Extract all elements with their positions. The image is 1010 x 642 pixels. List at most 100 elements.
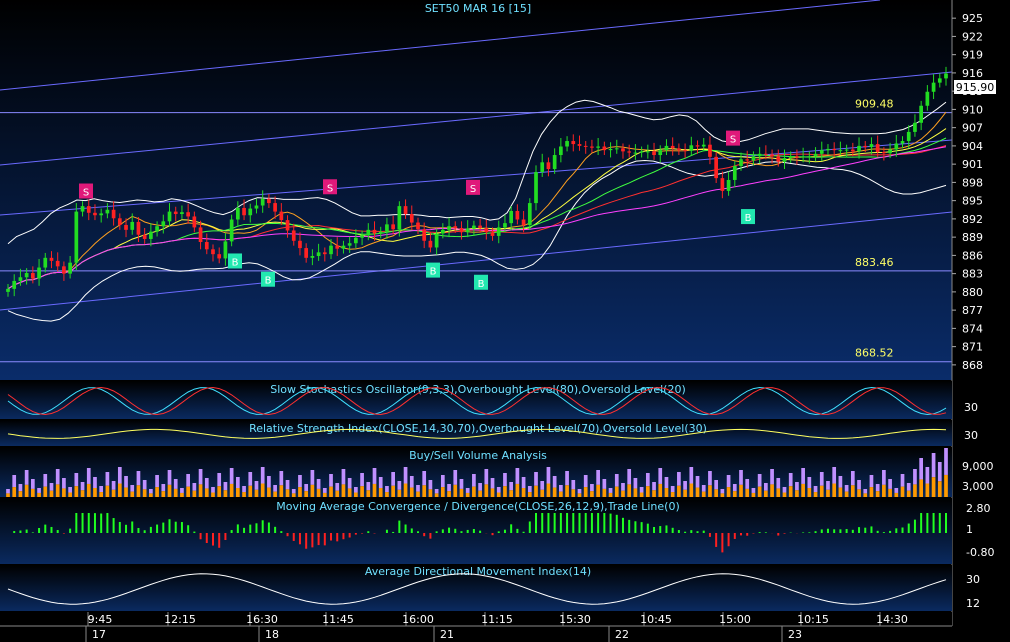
sell-volume-bar [161, 484, 166, 492]
candle-body [459, 228, 464, 233]
buy-volume-bar [583, 487, 588, 497]
sell-volume-bar [434, 489, 439, 494]
sell-volume-bar [732, 484, 737, 492]
buy-volume-bar [62, 488, 66, 497]
adx-tick-low: 12 [966, 597, 980, 610]
candle-body [503, 223, 507, 228]
buy-volume-bar [621, 490, 625, 497]
candle-body [559, 146, 563, 156]
sell-volume-bar [751, 488, 756, 493]
candle-body [677, 148, 681, 151]
macd-tick-mid: 1 [966, 523, 973, 536]
rsi-title: Relative Strength Index(CLOSE,14,30,70),… [249, 422, 707, 435]
candle-body [316, 252, 321, 256]
buy-volume-bar [211, 492, 215, 497]
buy-volume-bar [130, 491, 135, 497]
sell-volume-bar [298, 475, 302, 488]
buy-volume-bar [807, 488, 812, 497]
sell-volume-bar [347, 478, 352, 489]
buy-volume-bar [329, 486, 333, 497]
buy-volume-bar [105, 485, 110, 497]
sell-volume-bar [409, 476, 414, 488]
buy-volume-bar [6, 493, 10, 497]
sell-volume-bar [155, 475, 159, 488]
sell-volume-bar [701, 485, 706, 492]
candle-body [310, 255, 315, 258]
buy-volume-bar [86, 483, 91, 497]
sell-volume-bar [440, 475, 445, 488]
sell-volume-bar [304, 484, 309, 492]
buy-volume-bar [180, 492, 184, 497]
sell-volume-bar [559, 485, 563, 492]
candle-body [30, 273, 35, 279]
sell-volume-bar [894, 488, 899, 493]
buy-volume-bar [385, 492, 389, 497]
candle-body [366, 229, 371, 236]
sell-volume-bar [764, 483, 768, 491]
candle-body [149, 231, 153, 239]
candle-body [776, 156, 781, 162]
sell-volume-bar [875, 484, 880, 492]
candle-body [484, 228, 489, 233]
buy-volume-bar [819, 485, 824, 497]
sell-volume-bar [173, 479, 178, 489]
buy-volume-bar [310, 484, 315, 497]
sell-volume-bar [850, 471, 855, 486]
candle-body [925, 91, 930, 106]
buy-volume-bar [12, 487, 17, 497]
buy-volume-bar [43, 486, 48, 497]
y-tick-label: 871 [962, 341, 983, 354]
sell-volume-bar [857, 480, 861, 490]
sell-volume-bar [658, 468, 663, 484]
sell-volume-bar [888, 479, 892, 489]
adx-panel: Average Directional Movement Index(14) 3… [0, 565, 980, 611]
sell-volume-bar [677, 472, 681, 486]
sell-volume-bar [925, 467, 930, 484]
candle-body [43, 257, 48, 268]
candle-body [701, 144, 706, 147]
sell-volume-bar [24, 470, 29, 485]
signal-label: S [730, 135, 736, 146]
adx-tick-high: 30 [966, 573, 980, 586]
buy-volume-bar [496, 492, 501, 497]
sell-volume-bar [819, 472, 824, 486]
candle-body [322, 252, 327, 255]
candle-body [944, 73, 948, 79]
buy-volume-bar [559, 491, 563, 497]
buy-volume-bar [832, 483, 837, 497]
candle-body [540, 162, 545, 173]
candle-body [882, 151, 886, 154]
candle-body [86, 206, 91, 213]
buy-volume-bar [74, 486, 79, 497]
sell-volume-bar [527, 486, 532, 493]
sell-volume-bar [37, 488, 41, 493]
time-label: 15:00 [719, 613, 751, 626]
sell-volume-bar [782, 487, 787, 493]
buy-volume-bar [447, 491, 451, 497]
candle-body [745, 159, 750, 161]
sell-volume-bar [93, 477, 97, 488]
buy-volume-bar [757, 486, 762, 497]
buy-volume-bar [267, 487, 271, 497]
candle-body [440, 229, 445, 234]
sell-volume-bar [826, 481, 830, 490]
candle-body [329, 245, 333, 255]
buy-volume-bar [919, 479, 924, 497]
time-label: 10:15 [797, 613, 829, 626]
buy-volume-bar [229, 483, 234, 497]
sell-volume-bar [546, 467, 551, 484]
sell-volume-bar [378, 477, 383, 488]
date-label: 18 [265, 628, 279, 641]
time-label: 14:30 [876, 613, 908, 626]
sell-volume-bar [540, 481, 545, 490]
sell-volume-bar [695, 476, 700, 488]
candle-body [217, 254, 222, 259]
sell-volume-bar [465, 488, 470, 493]
sell-volume-bar [776, 478, 781, 489]
buy-volume-bar [701, 491, 706, 497]
candle-body [291, 230, 296, 241]
sell-volume-bar [248, 472, 253, 486]
candle-body [403, 206, 408, 215]
buy-volume-bar [658, 483, 663, 497]
candle-body [24, 273, 29, 278]
